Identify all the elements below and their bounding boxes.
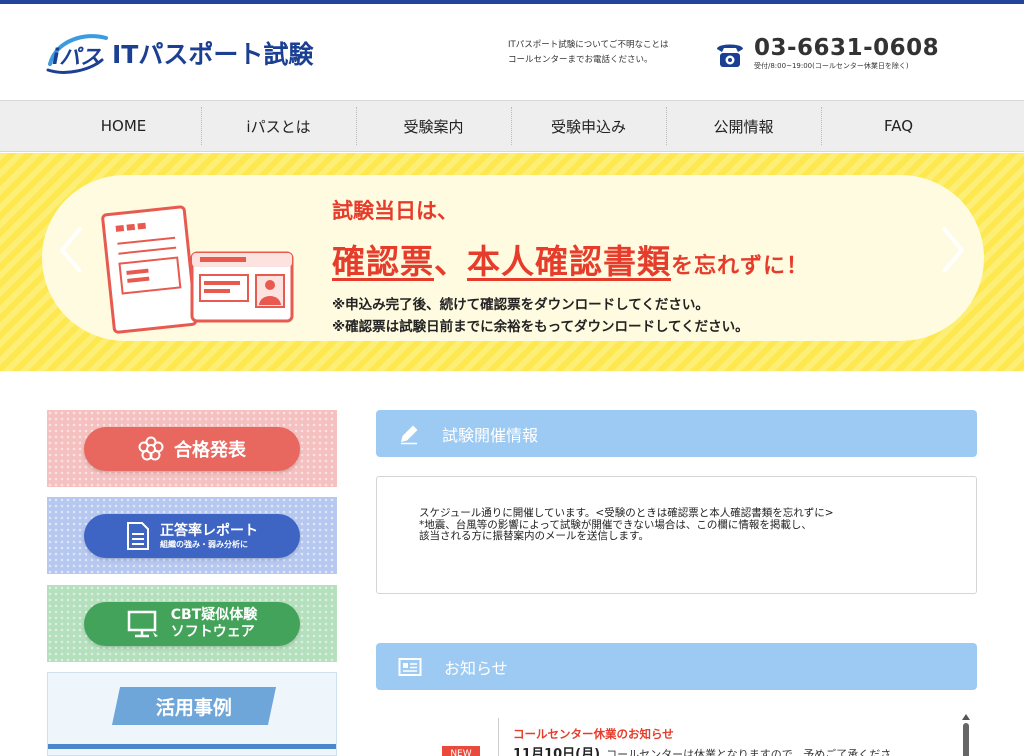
carousel-prev-icon[interactable] bbox=[56, 225, 86, 275]
nav-application[interactable]: 受験申込み bbox=[511, 101, 666, 151]
report-button[interactable]: 正答率レポート 組織の強み・弱み分析に bbox=[84, 514, 300, 558]
cbt-label: CBT疑似体験 bbox=[170, 607, 258, 624]
phone-number[interactable]: 03-6631-0608 bbox=[754, 36, 939, 60]
report-sublabel: 組織の強み・弱み分析に bbox=[160, 539, 248, 549]
news-item-body: 11月10日(月) コールセンターは休業となりますので、予めご了承くださ bbox=[513, 743, 933, 756]
cases-ribbon: 活用事例 bbox=[111, 687, 277, 725]
banner-note: ※申込み完了後、続けて確認票をダウンロードしてください。 bbox=[332, 297, 709, 313]
carousel-next-icon[interactable] bbox=[938, 225, 968, 275]
nav-home[interactable]: HOME bbox=[46, 101, 201, 151]
results-button[interactable]: 合格発表 bbox=[84, 427, 300, 471]
nav-exam-guide[interactable]: 受験案内 bbox=[356, 101, 511, 151]
news-scrollbar[interactable] bbox=[962, 714, 970, 756]
hero-banner[interactable]: 試験当日は、 確認票 、 本人確認書類 を忘れずに！ ※申込み完了後、続けて確認… bbox=[0, 153, 1024, 371]
global-nav: HOME iパスとは 受験案内 受験申込み 公開情報 FAQ bbox=[0, 100, 1024, 152]
site-logo[interactable]: iパス ITパスポート試験 bbox=[46, 28, 313, 78]
nav-faq[interactable]: FAQ bbox=[821, 101, 976, 151]
sidebar-cbt-card[interactable]: CBT疑似体験 ソフトウェア bbox=[47, 585, 337, 662]
cases-label: 活用事例 bbox=[155, 696, 232, 719]
news-item-date: 11月10日(月) bbox=[513, 747, 601, 756]
banner-headline-tail: を忘れずに！ bbox=[671, 254, 810, 279]
banner-headline-id: 本人確認書類 bbox=[467, 242, 671, 281]
nav-about[interactable]: iパスとは bbox=[201, 101, 356, 151]
news-list: NEW コールセンター休業のお知らせ 11月10日(月) コールセンターは休業とな… bbox=[376, 700, 977, 756]
exam-info-box: スケジュール通りに開催しています。<受験のときは確認票と本人確認書類を忘れずに>… bbox=[376, 476, 977, 594]
ipass-logo-icon: iパス bbox=[46, 34, 108, 74]
sidebar-results-card[interactable]: 合格発表 bbox=[47, 410, 337, 487]
banner-headline-separator: 、 bbox=[434, 242, 467, 281]
exam-info-header: 試験開催情報 bbox=[376, 410, 977, 457]
site-title: ITパスポート試験 bbox=[112, 40, 314, 69]
flower-badge-icon bbox=[138, 436, 164, 462]
ticket-and-id-card-icon bbox=[101, 205, 294, 334]
newspaper-icon bbox=[398, 657, 422, 676]
scroll-thumb[interactable] bbox=[963, 723, 969, 756]
results-label: 合格発表 bbox=[174, 440, 246, 461]
news-item-title[interactable]: コールセンター休業のお知らせ bbox=[513, 726, 674, 742]
logo-mark-text: iパス bbox=[52, 45, 101, 69]
contact-note-line: ITパスポート試験についてご不明なことは bbox=[508, 40, 669, 50]
cbt-sublabel: ソフトウェア bbox=[170, 624, 255, 640]
exam-info-line: スケジュール通りに開催しています。<受験のときは確認票と本人確認書類を忘れずに> bbox=[419, 507, 834, 519]
phone-hours: 受付/8:00~19:00(コールセンター休業日を除く) bbox=[754, 62, 909, 70]
banner-headline: 確認票 、 本人確認書類 を忘れずに！ bbox=[332, 235, 809, 283]
phone-contact: 03-6631-0608 受付/8:00~19:00(コールセンター休業日を除く… bbox=[714, 36, 939, 71]
banner-heading: 試験当日は、 bbox=[332, 199, 458, 223]
scroll-up-icon[interactable] bbox=[962, 714, 970, 720]
computer-monitor-icon bbox=[127, 610, 161, 638]
document-icon bbox=[126, 521, 150, 551]
contact-note-line: コールセンターまでお電話ください。 bbox=[508, 55, 653, 65]
exam-info-title: 試験開催情報 bbox=[442, 425, 539, 445]
news-divider bbox=[498, 718, 499, 756]
new-badge: NEW bbox=[442, 746, 480, 756]
phone-icon bbox=[717, 44, 743, 67]
sidebar-report-card[interactable]: 正答率レポート 組織の強み・弱み分析に bbox=[47, 497, 337, 574]
banner-note: ※確認票は試験日前までに余裕をもってダウンロードしてください。 bbox=[332, 319, 749, 335]
news-title: お知らせ bbox=[444, 658, 508, 678]
nav-public-info[interactable]: 公開情報 bbox=[666, 101, 821, 151]
news-item-text: コールセンターは休業となりますので、予めご了承くださ bbox=[606, 748, 892, 756]
news-header: お知らせ bbox=[376, 643, 977, 690]
exam-info-line: 該当される方に振替案内のメールを送信します。 bbox=[419, 530, 649, 542]
pencil-icon bbox=[401, 425, 418, 444]
report-label: 正答率レポート bbox=[160, 522, 258, 539]
cases-accent-bar bbox=[48, 744, 336, 749]
cbt-button[interactable]: CBT疑似体験 ソフトウェア bbox=[84, 602, 300, 646]
sidebar-cases-card[interactable]: 活用事例 bbox=[47, 672, 337, 756]
banner-headline-ticket: 確認票 bbox=[332, 242, 434, 281]
site-header: iパス ITパスポート試験 ITパスポート試験についてご不明なことは コールセン… bbox=[0, 4, 1024, 100]
contact-note: ITパスポート試験についてご不明なことは コールセンターまでお電話ください。 bbox=[508, 38, 688, 68]
